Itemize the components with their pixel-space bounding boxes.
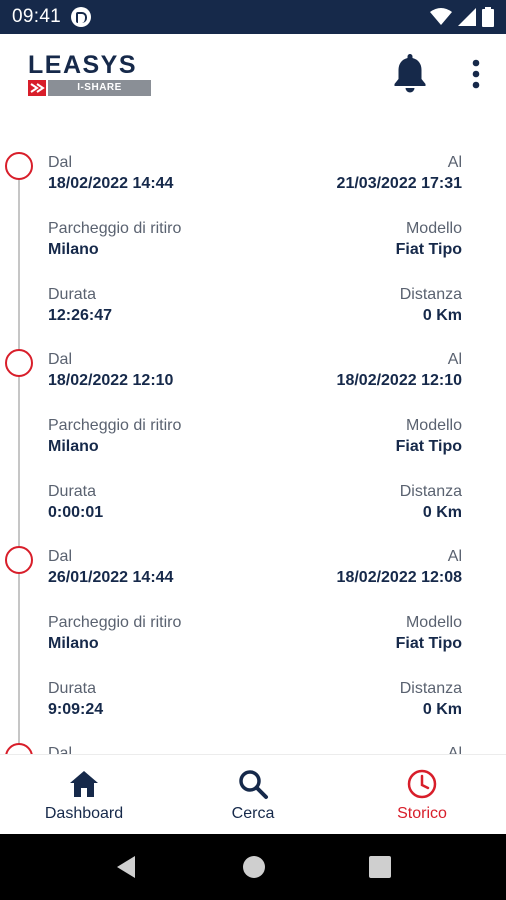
home-button-icon[interactable] [242, 855, 266, 879]
duration-value: 9:09:24 [48, 701, 104, 718]
distance-label: Distanza [399, 286, 462, 303]
system-navigation-bar [0, 834, 506, 900]
history-record[interactable]: Dal 18/02/2022 14:44 Al 21/03/2022 17:31… [0, 152, 506, 349]
status-bar: 09:41 [0, 0, 506, 34]
parking-value: Milano [48, 241, 99, 258]
bottom-navigation: Dashboard Cerca Storico [0, 754, 506, 834]
timeline-dot [5, 546, 33, 574]
duration-value: 0:00:01 [48, 504, 104, 521]
more-options-icon[interactable] [466, 58, 486, 94]
recents-icon[interactable] [369, 856, 391, 878]
duration-label: Durata [48, 286, 97, 303]
search-icon [239, 770, 268, 799]
timeline-dot [5, 152, 33, 180]
battery-icon [482, 7, 494, 27]
back-icon[interactable] [115, 855, 137, 879]
duration-label: Durata [48, 680, 97, 697]
model-value: Fiat Tipo [395, 635, 462, 652]
distance-value: 0 Km [422, 701, 462, 718]
to-label: Al [447, 745, 462, 754]
wifi-icon [430, 8, 452, 25]
logo-badge: I-SHARE [28, 80, 158, 96]
logo-ishare: I-SHARE [48, 80, 151, 96]
to-label: Al [447, 351, 462, 368]
model-label: Modello [405, 417, 462, 434]
notification-app-icon [71, 7, 92, 27]
duration-label: Durata [48, 483, 97, 500]
nav-storico-label: Storico [397, 805, 447, 822]
bell-icon[interactable] [392, 52, 428, 94]
nav-cerca-label: Cerca [231, 805, 275, 822]
parking-label: Parcheggio di ritiro [48, 614, 182, 631]
app-header: LEASYS I-SHARE [0, 34, 506, 120]
from-value: 18/02/2022 12:10 [48, 372, 174, 389]
nav-storico[interactable]: Storico [338, 755, 506, 835]
clock-icon [407, 769, 437, 799]
nav-cerca[interactable]: Cerca [169, 755, 337, 835]
distance-value: 0 Km [422, 307, 462, 324]
from-label: Dal [48, 548, 73, 565]
to-value: 18/02/2022 12:08 [336, 569, 462, 586]
parking-label: Parcheggio di ritiro [48, 417, 182, 434]
history-record[interactable]: Dal 18/02/2022 12:10 Al 18/02/2022 12:10… [0, 349, 506, 546]
timeline-dot [5, 743, 33, 754]
distance-label: Distanza [399, 680, 462, 697]
from-label: Dal [48, 351, 73, 368]
from-label: Dal [48, 154, 73, 171]
model-value: Fiat Tipo [395, 438, 462, 455]
model-value: Fiat Tipo [395, 241, 462, 258]
to-label: Al [447, 548, 462, 565]
home-icon [70, 771, 98, 797]
nav-dashboard-label: Dashboard [44, 805, 124, 822]
nav-dashboard[interactable]: Dashboard [0, 755, 168, 835]
to-label: Al [447, 154, 462, 171]
model-label: Modello [405, 220, 462, 237]
parking-value: Milano [48, 635, 99, 652]
parking-value: Milano [48, 438, 99, 455]
status-icons [430, 7, 494, 27]
history-list[interactable]: Dal 18/02/2022 14:44 Al 21/03/2022 17:31… [0, 120, 506, 754]
logo-text: LEASYS [28, 51, 138, 79]
timeline-dot [5, 349, 33, 377]
from-value: 18/02/2022 14:44 [48, 175, 174, 192]
from-label: Dal [48, 745, 73, 754]
history-record[interactable]: Dal Al [0, 743, 506, 754]
status-time: 09:41 [12, 6, 62, 27]
distance-label: Distanza [399, 483, 462, 500]
model-label: Modello [405, 614, 462, 631]
parking-label: Parcheggio di ritiro [48, 220, 182, 237]
history-record[interactable]: Dal 26/01/2022 14:44 Al 18/02/2022 12:08… [0, 546, 506, 743]
leasys-logo: LEASYS I-SHARE [28, 52, 158, 96]
duration-value: 12:26:47 [48, 307, 113, 324]
from-value: 26/01/2022 14:44 [48, 569, 174, 586]
signal-icon [458, 8, 476, 26]
to-value: 18/02/2022 12:10 [336, 372, 462, 389]
to-value: 21/03/2022 17:31 [336, 175, 462, 192]
logo-mark-icon [28, 80, 46, 96]
distance-value: 0 Km [422, 504, 462, 521]
